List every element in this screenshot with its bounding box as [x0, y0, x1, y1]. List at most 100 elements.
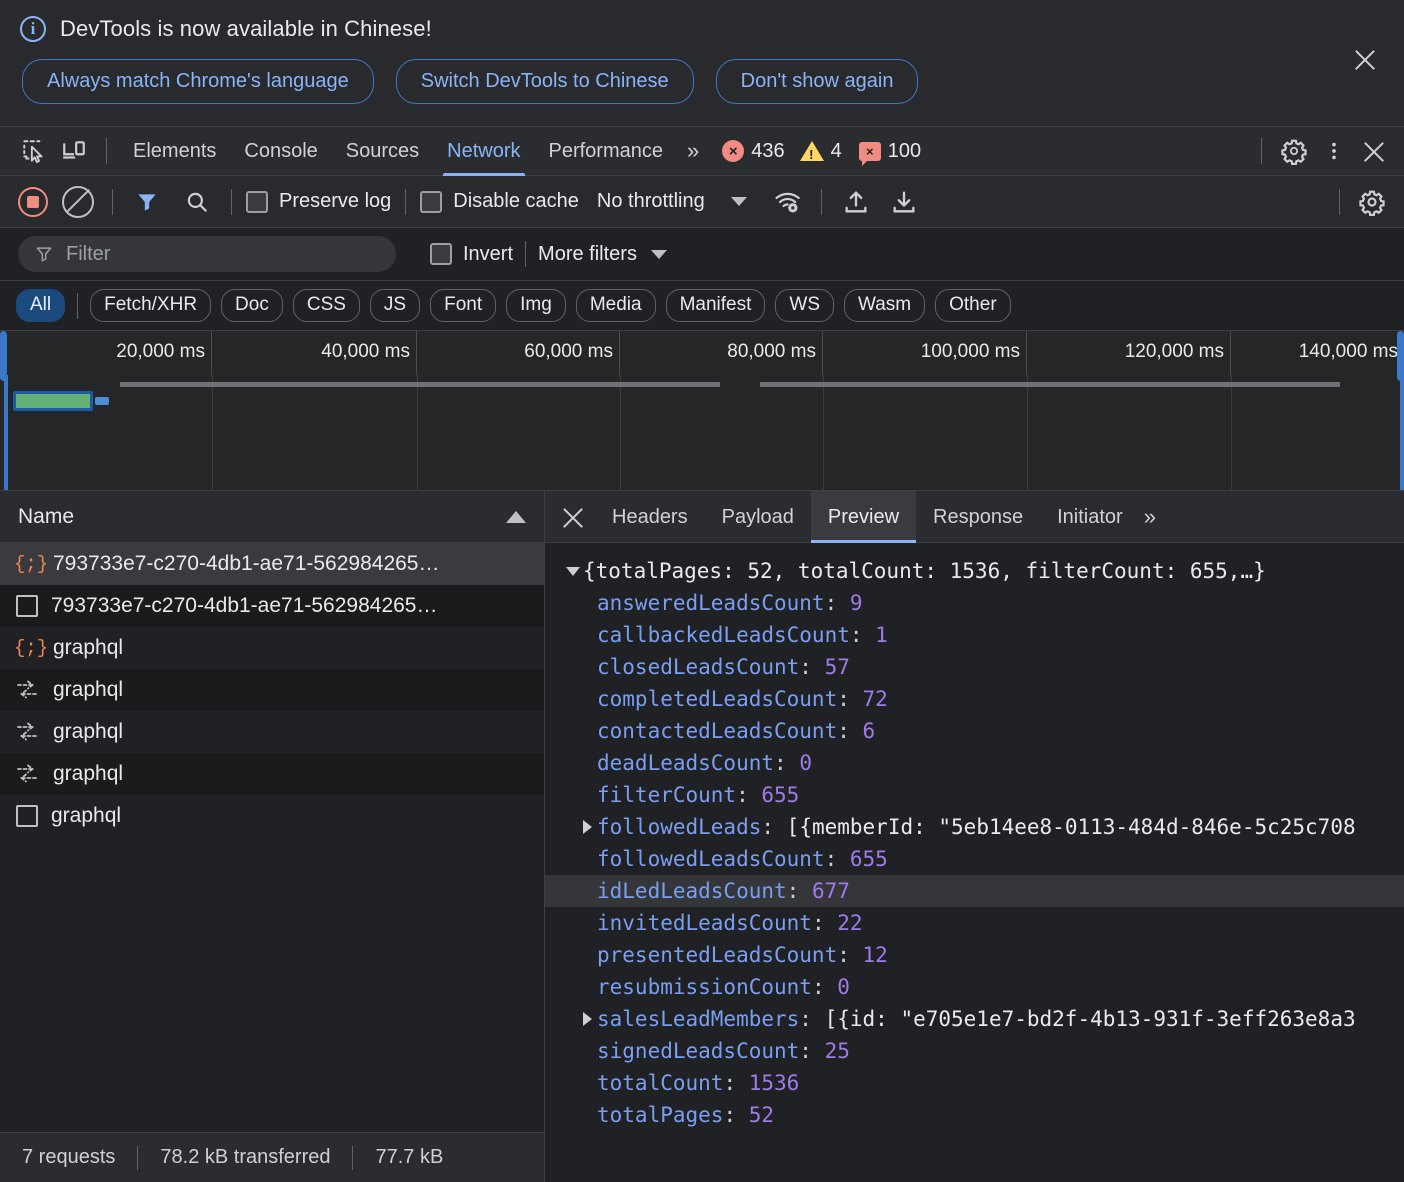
request-name: graphql	[53, 720, 124, 743]
expand-collapse-toggle[interactable]	[577, 820, 597, 834]
type-filter-all[interactable]: All	[16, 289, 66, 322]
overview-window-edge-left[interactable]	[4, 375, 8, 490]
export-har-button[interactable]	[884, 182, 924, 222]
tab-payload[interactable]: Payload	[705, 491, 811, 543]
warning-counter[interactable]: 4	[799, 140, 842, 163]
table-row[interactable]: graphql	[0, 795, 544, 837]
more-detail-tabs-button[interactable]: »	[1140, 504, 1163, 530]
json-row[interactable]: followedLeadsCount: 655	[563, 843, 1404, 875]
json-key: deadLeadsCount	[597, 751, 775, 775]
network-overview-timeline[interactable]: 20,000 ms 40,000 ms 60,000 ms 80,000 ms …	[0, 331, 1404, 491]
tab-performance[interactable]: Performance	[535, 127, 678, 176]
checkbox-box[interactable]	[246, 190, 268, 213]
json-row[interactable]: totalPages: 52	[563, 1099, 1404, 1131]
json-row[interactable]: invitedLeadsCount: 22	[563, 907, 1404, 939]
close-devtools-button[interactable]	[1354, 131, 1394, 171]
more-filters-dropdown[interactable]: More filters	[538, 243, 667, 266]
tab-elements[interactable]: Elements	[119, 127, 230, 176]
json-preview-tree[interactable]: {totalPages: 52, totalCount: 1536, filte…	[545, 543, 1404, 1182]
tab-console[interactable]: Console	[230, 127, 331, 176]
status-divider	[352, 1145, 354, 1170]
type-filter-fetch-xhr[interactable]: Fetch/XHR	[90, 289, 212, 322]
json-row[interactable]: filterCount: 655	[563, 779, 1404, 811]
json-row-expandable[interactable]: followedLeads: [{memberId: "5eb14ee8-011…	[563, 811, 1404, 843]
type-filter-manifest[interactable]: Manifest	[665, 289, 766, 322]
json-row[interactable]: completedLeadsCount: 72	[563, 683, 1404, 715]
json-root-row[interactable]: {totalPages: 52, totalCount: 1536, filte…	[563, 555, 1404, 587]
network-conditions-button[interactable]	[767, 182, 807, 222]
json-row[interactable]: deadLeadsCount: 0	[563, 747, 1404, 779]
timeline-ruler: 20,000 ms 40,000 ms 60,000 ms 80,000 ms …	[0, 331, 1404, 375]
tab-sources[interactable]: Sources	[332, 127, 433, 176]
overview-window-edge-right[interactable]	[1400, 375, 1404, 490]
json-row-highlighted[interactable]: idLedLeadsCount: 677	[545, 875, 1404, 907]
overview-window-handle-left[interactable]	[0, 331, 7, 381]
json-row[interactable]: callbackedLeadsCount: 1	[563, 619, 1404, 651]
column-header-name[interactable]: Name	[0, 491, 544, 543]
dont-show-again-button[interactable]: Don't show again	[715, 59, 919, 104]
search-button[interactable]	[177, 182, 217, 222]
message-icon: ×	[858, 141, 881, 166]
tab-preview[interactable]: Preview	[810, 490, 917, 543]
record-button[interactable]	[18, 186, 48, 217]
json-row[interactable]: resubmissionCount: 0	[563, 971, 1404, 1003]
type-filter-ws[interactable]: WS	[775, 289, 834, 322]
type-filter-doc[interactable]: Doc	[221, 289, 283, 322]
overview-window-handle-right[interactable]	[1397, 331, 1404, 381]
error-counter[interactable]: × 436	[722, 140, 785, 163]
type-filter-wasm[interactable]: Wasm	[844, 289, 926, 322]
more-options-icon	[1332, 142, 1336, 160]
checkbox-box[interactable]	[430, 243, 452, 265]
tab-network[interactable]: Network	[433, 127, 534, 176]
json-row-expandable[interactable]: salesLeadMembers: [{id: "e705e1e7-bd2f-4…	[563, 1003, 1404, 1035]
filter-toggle-button[interactable]	[127, 182, 167, 222]
more-options-button[interactable]	[1314, 131, 1354, 171]
json-row[interactable]: answeredLeadsCount: 9	[563, 587, 1404, 619]
filter-input[interactable]: Filter	[18, 236, 396, 272]
json-row[interactable]: closedLeadsCount: 57	[563, 651, 1404, 683]
info-counter[interactable]: × 100	[858, 140, 921, 166]
table-row[interactable]: graphql	[0, 753, 544, 795]
inspect-element-button[interactable]	[14, 131, 54, 171]
type-filter-other[interactable]: Other	[935, 289, 1011, 322]
preserve-log-checkbox[interactable]: Preserve log	[246, 190, 391, 213]
checkbox-box[interactable]	[420, 190, 443, 213]
request-detail-pane: Headers Payload Preview Response Initiat…	[545, 490, 1404, 1182]
type-filter-css[interactable]: CSS	[292, 289, 360, 322]
expand-collapse-toggle[interactable]	[577, 1012, 597, 1026]
tab-response[interactable]: Response	[916, 491, 1040, 543]
table-row[interactable]: {;} 793733e7-c270-4db1-ae71-562984265…	[0, 543, 544, 585]
invert-checkbox[interactable]: Invert	[430, 243, 513, 266]
more-tabs-button[interactable]: »	[677, 138, 706, 164]
tab-headers[interactable]: Headers	[595, 491, 705, 543]
json-row[interactable]: signedLeadsCount: 25	[563, 1035, 1404, 1067]
json-row[interactable]: totalCount: 1536	[563, 1067, 1404, 1099]
table-row[interactable]: 793733e7-c270-4db1-ae71-562984265…	[0, 585, 544, 627]
table-row[interactable]: graphql	[0, 711, 544, 753]
error-icon: ×	[722, 140, 745, 162]
type-filter-img[interactable]: Img	[506, 289, 566, 322]
json-key: followedLeadsCount	[597, 847, 825, 871]
table-row[interactable]: {;} graphql	[0, 627, 544, 669]
tab-initiator[interactable]: Initiator	[1040, 491, 1140, 543]
settings-button[interactable]	[1274, 131, 1314, 171]
clear-button[interactable]	[58, 182, 98, 222]
banner-close-button[interactable]	[1348, 42, 1382, 76]
always-match-language-button[interactable]: Always match Chrome's language	[22, 59, 374, 104]
type-filter-media[interactable]: Media	[575, 289, 656, 322]
switch-devtools-language-button[interactable]: Switch DevTools to Chinese	[395, 59, 694, 104]
type-filter-js[interactable]: JS	[369, 289, 421, 322]
disable-cache-checkbox[interactable]: Disable cache	[420, 190, 579, 213]
json-value: 57	[824, 655, 850, 679]
close-detail-button[interactable]	[551, 491, 595, 543]
type-filter-font[interactable]: Font	[430, 289, 497, 322]
import-har-button[interactable]	[836, 182, 876, 222]
json-row[interactable]: presentedLeadsCount: 12	[563, 939, 1404, 971]
request-name: 793733e7-c270-4db1-ae71-562984265…	[51, 594, 438, 617]
throttling-select[interactable]: No throttling	[597, 190, 747, 213]
table-row[interactable]: graphql	[0, 669, 544, 711]
expand-collapse-toggle[interactable]	[563, 566, 583, 576]
device-toolbar-button[interactable]	[54, 131, 94, 171]
json-row[interactable]: contactedLeadsCount: 6	[563, 715, 1404, 747]
network-settings-button[interactable]	[1352, 182, 1392, 222]
